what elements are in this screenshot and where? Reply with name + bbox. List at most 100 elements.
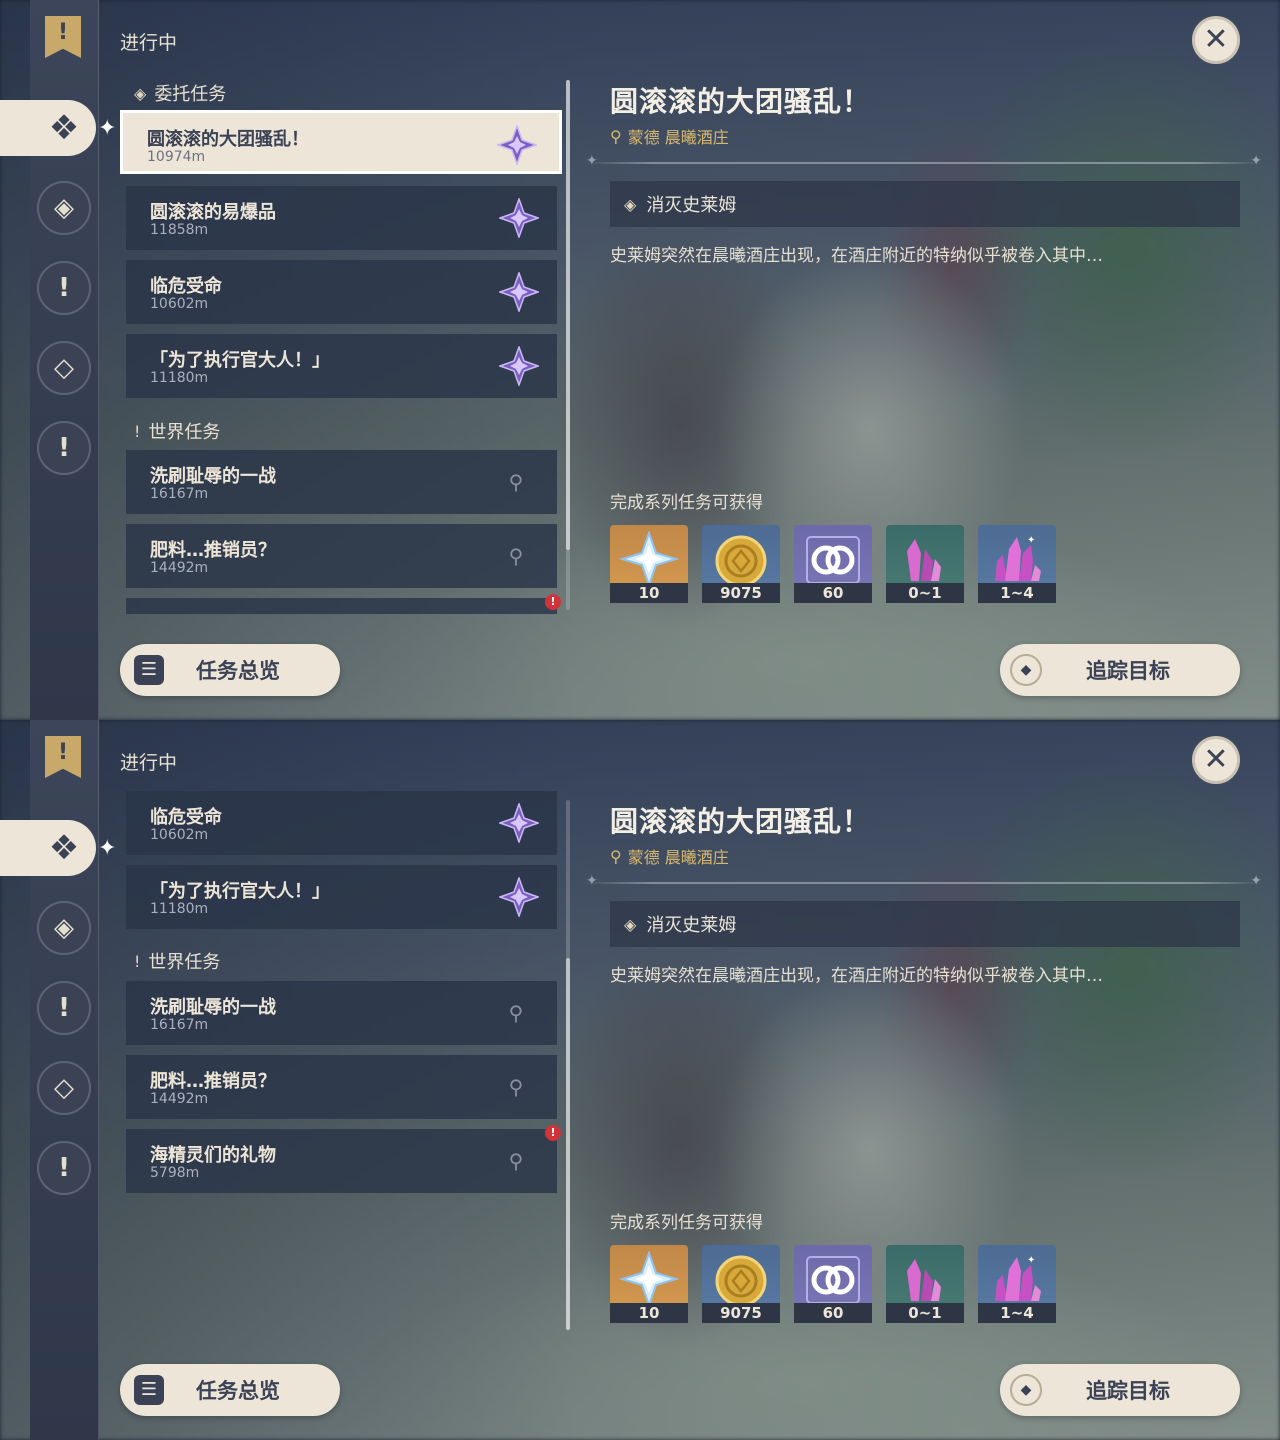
quest-item[interactable]: 临危受命 10602m — [126, 260, 557, 324]
group-label-world: ! 世界任务 — [134, 948, 220, 974]
location-text: 蒙德 晨曦酒庄 — [627, 128, 729, 147]
group-label-world: ! 世界任务 — [134, 418, 220, 444]
notification-badge: ! — [545, 1125, 561, 1141]
quest-item[interactable]: 肥料…推销员？ 14492m ⚲ — [126, 524, 557, 588]
quest-item-selected[interactable]: 圆滚滚的大团骚乱！ 10974m — [120, 110, 562, 174]
rewards-title: 完成系列任务可获得 — [610, 1213, 763, 1233]
quest-distance: 11180m — [150, 370, 209, 386]
crystal-large-icon: ✦ — [995, 535, 1041, 581]
commission-category-icon[interactable]: ❖ — [37, 821, 91, 875]
close-button[interactable]: ✕ — [1192, 16, 1240, 64]
quest-name: 「为了执行官大人！」 — [150, 350, 330, 371]
quest-item[interactable]: 「为了执行官大人！」 11180m — [126, 334, 557, 398]
group-label-text: 世界任务 — [148, 422, 221, 443]
objective-diamond-icon: ◈ — [624, 914, 637, 934]
quest-location: ⚲ 蒙德 晨曦酒庄 — [610, 844, 729, 868]
map-pin-icon: ⚲ — [508, 1149, 524, 1173]
close-icon: ✕ — [1203, 22, 1229, 57]
quest-menu-frame-2: ! ❖ ✦ ◈ ! ◇ ! 进行中 临危受命 10602m 「为了执行官大人！」… — [0, 720, 1280, 1440]
world-quest-category-icon[interactable]: ! — [37, 1141, 91, 1195]
selected-sparkle-icon: ✦ — [98, 836, 117, 861]
world-quest-category-icon[interactable]: ! — [37, 421, 91, 475]
quest-objective: ◈ 消灭史莱姆 — [610, 901, 1240, 947]
reward-count: 10 — [610, 583, 688, 603]
track-objective-button[interactable]: ◆ 追踪目标 — [1000, 1364, 1240, 1416]
quest-item[interactable]: 「为了执行官大人！」 11180m — [126, 865, 557, 929]
archon-quest-category-icon[interactable]: ◈ — [37, 901, 91, 955]
svg-text:✦: ✦ — [1027, 1255, 1035, 1266]
reward-companionship[interactable]: 60 — [794, 1245, 872, 1323]
quest-detail-title: 圆滚滚的大团骚乱！ — [610, 85, 872, 118]
reward-count: 60 — [794, 583, 872, 603]
track-diamond-icon: ◆ — [1010, 654, 1042, 686]
track-button-label: 追踪目标 — [1086, 659, 1170, 683]
reward-mora[interactable]: 9075 — [702, 525, 780, 603]
scrollbar-thumb[interactable] — [566, 958, 570, 1330]
commission-category-icon[interactable]: ❖ — [37, 101, 91, 155]
quest-name: 肥料…推销员？ — [150, 1071, 276, 1092]
companionship-icon — [806, 1256, 860, 1304]
event-quest-category-icon[interactable]: ◇ — [37, 341, 91, 395]
reward-crystal-large[interactable]: ✦ 1~4 — [978, 1245, 1056, 1323]
quest-name: 洗刷耻辱的一战 — [150, 997, 276, 1018]
quest-item[interactable]: 海精灵们的礼物 5798m ⚲ ! — [126, 1125, 561, 1193]
quest-distance: 11858m — [150, 222, 209, 238]
quest-item[interactable]: 圆滚滚的易爆品 11858m — [126, 186, 557, 250]
objective-diamond-icon: ◈ — [624, 194, 637, 214]
overview-list-icon: ☰ — [134, 1375, 164, 1405]
quest-item[interactable]: 洗刷耻辱的一战 16167m ⚲ — [126, 450, 557, 514]
event-quest-category-icon[interactable]: ◇ — [37, 1061, 91, 1115]
group-label-text: 委托任务 — [154, 84, 227, 105]
commission-star-icon — [499, 877, 539, 917]
rewards-row: 10 9075 60 0~1 ✦ 1~4 — [610, 1245, 1056, 1323]
quest-name: 洗刷耻辱的一战 — [150, 466, 276, 487]
objective-text: 消灭史莱姆 — [646, 915, 737, 936]
notification-badge: ! — [545, 594, 561, 610]
rewards-row: 10 9075 60 0~1 ✦ 1~4 — [610, 525, 1056, 603]
scrollbar-thumb[interactable] — [566, 80, 570, 550]
reward-crystal-small[interactable]: 0~1 — [886, 525, 964, 603]
quest-distance: 11180m — [150, 901, 209, 917]
quest-detail-title: 圆滚滚的大团骚乱！ — [610, 805, 872, 838]
quest-item[interactable]: 临危受命 10602m — [126, 791, 557, 855]
detail-divider — [584, 873, 1264, 889]
quest-item-clipped[interactable]: ! — [126, 594, 561, 614]
quest-objective: ◈ 消灭史莱姆 — [610, 181, 1240, 227]
story-quest-category-icon[interactable]: ! — [37, 261, 91, 315]
rewards-title: 完成系列任务可获得 — [610, 493, 763, 513]
reward-count: 10 — [610, 1303, 688, 1323]
overview-button-label: 任务总览 — [196, 659, 280, 683]
archon-quest-category-icon[interactable]: ◈ — [37, 181, 91, 235]
quest-distance: 10602m — [150, 827, 209, 843]
quest-list-scrollbar[interactable] — [566, 80, 570, 610]
reward-primogem[interactable]: 10 — [610, 1245, 688, 1323]
track-diamond-icon: ◆ — [1010, 1374, 1042, 1406]
story-quest-category-icon[interactable]: ! — [37, 981, 91, 1035]
location-pin-icon: ⚲ — [610, 126, 622, 146]
reward-mora[interactable]: 9075 — [702, 1245, 780, 1323]
reward-primogem[interactable]: 10 — [610, 525, 688, 603]
selected-sparkle-icon: ✦ — [98, 116, 117, 141]
primogem-icon — [619, 531, 679, 587]
crystal-small-icon — [907, 1259, 941, 1301]
location-pin-icon: ⚲ — [610, 846, 622, 866]
objective-text: 消灭史莱姆 — [646, 195, 737, 216]
reward-crystal-large[interactable]: ✦ 1~4 — [978, 525, 1056, 603]
quest-overview-button[interactable]: ☰ 任务总览 — [120, 644, 340, 696]
exclamation-icon: ! — [134, 951, 141, 971]
quest-list-scrollbar[interactable] — [566, 800, 570, 1330]
quest-distance: 16167m — [150, 1017, 209, 1033]
quest-item[interactable]: 洗刷耻辱的一战 16167m ⚲ — [126, 981, 557, 1045]
track-objective-button[interactable]: ◆ 追踪目标 — [1000, 644, 1240, 696]
quest-distance: 14492m — [150, 1091, 209, 1107]
quest-item[interactable]: 肥料…推销员？ 14492m ⚲ — [126, 1055, 557, 1119]
quest-overview-button[interactable]: ☰ 任务总览 — [120, 1364, 340, 1416]
quest-name: 临危受命 — [150, 276, 222, 297]
commission-star-icon — [499, 346, 539, 386]
section-title: 进行中 — [120, 32, 178, 54]
quest-name: 肥料…推销员？ — [150, 540, 276, 561]
crystal-large-icon: ✦ — [995, 1255, 1041, 1301]
reward-crystal-small[interactable]: 0~1 — [886, 1245, 964, 1323]
reward-companionship[interactable]: 60 — [794, 525, 872, 603]
close-button[interactable]: ✕ — [1192, 736, 1240, 784]
